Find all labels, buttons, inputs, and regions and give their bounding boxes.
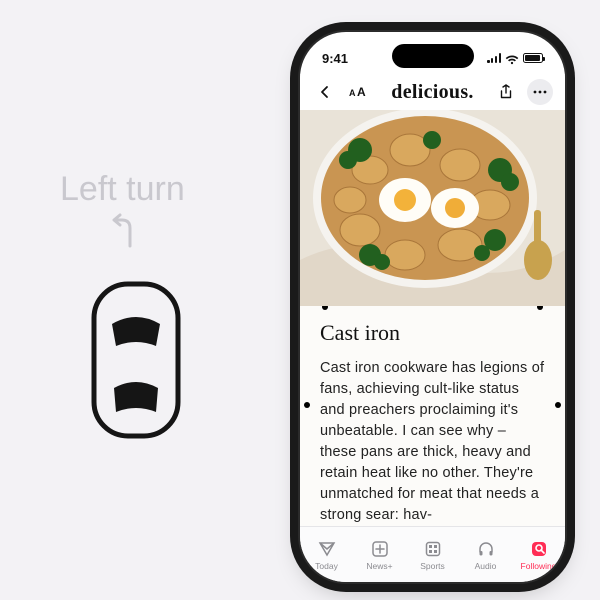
brand-title: delicious. [380, 81, 485, 104]
news-icon [318, 539, 336, 559]
svg-text:A: A [349, 88, 356, 98]
following-icon [530, 539, 548, 559]
phone-frame: 9:41 AA delicious. [300, 32, 565, 582]
article-heading: Cast iron [320, 320, 545, 346]
tab-today[interactable]: Today [300, 527, 353, 582]
headphones-icon [477, 539, 495, 559]
sports-icon [424, 539, 442, 559]
cellular-signal-icon [487, 53, 501, 63]
share-button[interactable] [493, 79, 519, 105]
tab-audio[interactable]: Audio [459, 527, 512, 582]
tab-label: Following [521, 561, 557, 571]
wifi-icon [505, 53, 519, 63]
article-paragraph: Cast iron cookware has legions of fans, … [320, 358, 545, 526]
more-button[interactable] [527, 79, 553, 105]
newsplus-icon [371, 539, 389, 559]
tab-following[interactable]: Following [512, 527, 565, 582]
text-settings-button[interactable]: AA [346, 79, 372, 105]
left-turn-arrow-icon [110, 212, 140, 253]
tab-label: News+ [366, 561, 392, 571]
car-icon [90, 280, 182, 445]
tab-label: Today [315, 561, 338, 571]
tab-label: Sports [420, 561, 445, 571]
app-header: AA delicious. [300, 74, 565, 110]
article-body[interactable]: Cast iron Cast iron cookware has legions… [300, 306, 565, 526]
svg-text:A: A [357, 85, 366, 99]
battery-icon [523, 53, 543, 63]
article-hero-image [300, 110, 565, 306]
status-time: 9:41 [322, 51, 348, 66]
tab-bar: Today News+ Sports Audio Following [300, 526, 565, 582]
tab-newsplus[interactable]: News+ [353, 527, 406, 582]
tab-sports[interactable]: Sports [406, 527, 459, 582]
back-button[interactable] [312, 79, 338, 105]
dynamic-island [392, 44, 474, 68]
left-turn-label: Left turn [60, 170, 185, 209]
tab-label: Audio [475, 561, 497, 571]
